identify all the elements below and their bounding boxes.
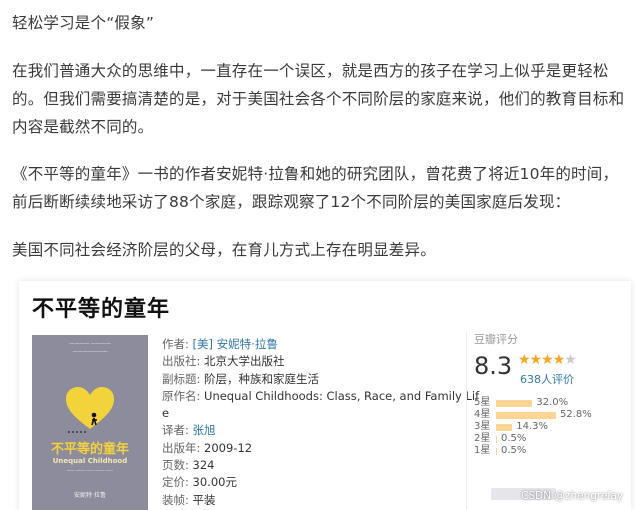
rating-row-label: 1星 [474,445,491,456]
date-label: 出版年: [162,440,201,455]
rating-panel: 豆瓣评分 8.3 ★★★★★ 638人评价 5星 32.0% 4星 52.8% 3星 14… [466,331,624,510]
cover-title-en: Unequal Childhood [52,457,128,465]
info-publisher-row: 出版社: 北京大学出版社 [162,353,452,370]
binding-label: 装帧: [162,492,189,507]
date-value: 2009-12 [204,440,253,455]
cover-top-text-2: 一一一一一一一 [72,350,108,356]
rating-row: 2星 0.5% [474,433,624,445]
stars-filled: ★★★★ [518,352,565,368]
rating-score: 8.3 [474,352,513,380]
binding-value: 平装 [192,492,216,507]
cover-author: 安妮特·拉鲁 [74,492,106,499]
cover-title-cn: 不平等的童年 [50,442,129,457]
info-original-wrap-row: e [162,405,452,422]
rating-row-percent: 0.5% [501,433,527,444]
info-price-row: 定价: 30.00元 [162,474,452,491]
info-binding-row: 装帧: 平装 [162,492,452,509]
rating-row-percent: 52.8% [560,409,592,420]
rating-row-percent: 14.3% [516,421,549,432]
rating-row-label: 3星 [474,421,491,432]
rating-stars-icon: ★★★★★ [518,352,577,368]
rating-row: 3星 14.3% [474,421,624,433]
rating-row-label: 4星 [474,409,491,420]
book-title: 不平等的童年 [32,297,171,322]
rating-bar [496,448,497,455]
publisher-value: 北京大学出版社 [204,354,285,369]
translator-link[interactable]: 张旭 [193,423,216,437]
book-cover: 一一一一 一一一一 一一一一一一一 不平等的童年 Unequal Childho… [32,335,148,510]
pages-label: 页数: [162,458,189,473]
rating-row: 4星 52.8% [474,409,624,421]
subtitle-value: 阶层，种族和家庭生活 [204,371,320,386]
author-label: 作者: [162,337,189,351]
stars-empty: ★ [564,352,577,368]
rating-distribution: 5星 32.0% 4星 52.8% 3星 14.3% 2星 0.5% 1星 0.5% [474,397,624,457]
rating-bar [496,412,556,419]
pages-value: 324 [192,458,215,473]
rating-bar [496,400,533,407]
author-link[interactable]: [美] 安妮特·拉鲁 [193,337,278,351]
book-info-screenshot: 不平等的童年 一一一一 一一一一 一一一一一一一 不平等的童年 Unequal … [19,281,631,510]
publisher-label: 出版社: [162,354,201,369]
price-value: 30.00元 [192,475,237,490]
rating-row-label: 2星 [474,433,491,444]
rating-row: 5星 32.0% [474,397,624,409]
rating-row: 1星 0.5% [474,445,624,457]
info-subtitle-row: 副标题: 阶层，种族和家庭生活 [162,371,452,388]
original-label: 原作名: [162,388,201,403]
article-heading: 轻松学习是个“假象” [12,14,155,32]
cover-top-text: 一一一一 一一一一 [69,342,111,348]
original-value: Unequal Childhoods: Class, Race, and Fam… [204,388,480,403]
watermark: CSDN @zhengrelay [521,490,623,502]
rating-bar [496,436,497,443]
book-info: 作者: [美] 安妮特·拉鲁 出版社: 北京大学出版社 副标题: 阶层，种族和家… [162,336,479,509]
article-paragraph-2: 《不平等的童年》一书的作者安妮特·拉鲁和她的研究团队，曾花费了将近10年的时间，… [12,165,619,211]
rating-row-label: 5星 [474,397,491,408]
rating-row-percent: 32.0% [536,397,569,408]
article-paragraph-1: 在我们普通大众的思维中，一直存在一个误区，就是西方的孩子在学习上似乎是更轻松的。… [12,62,625,136]
rating-count-link[interactable]: 638人评价 [520,371,574,387]
rating-bar [496,424,513,431]
heart-figure-icon [66,387,114,433]
info-author-row: 作者: [美] 安妮特·拉鲁 [162,336,452,353]
info-translator-row: 译者: 张旭 [162,422,452,439]
info-original-row: 原作名: Unequal Childhoods: Class, Race, an… [162,388,479,405]
cover-subtitle: ─── ──── ─── ──── ─── [66,468,114,473]
rating-row-percent: 0.5% [501,445,527,456]
rating-header: 豆瓣评分 [474,333,518,346]
original-value-wrap: e [162,406,170,421]
translator-label: 译者: [162,423,189,438]
rating-divider [466,331,467,510]
info-date-row: 出版年: 2009-12 [162,440,452,457]
info-pages-row: 页数: 324 [162,457,452,474]
article-paragraph-3: 美国不同社会经济阶层的父母，在育儿方式上存在明显差异。 [12,241,436,259]
price-label: 定价: [162,475,189,490]
subtitle-label: 副标题: [162,371,201,386]
